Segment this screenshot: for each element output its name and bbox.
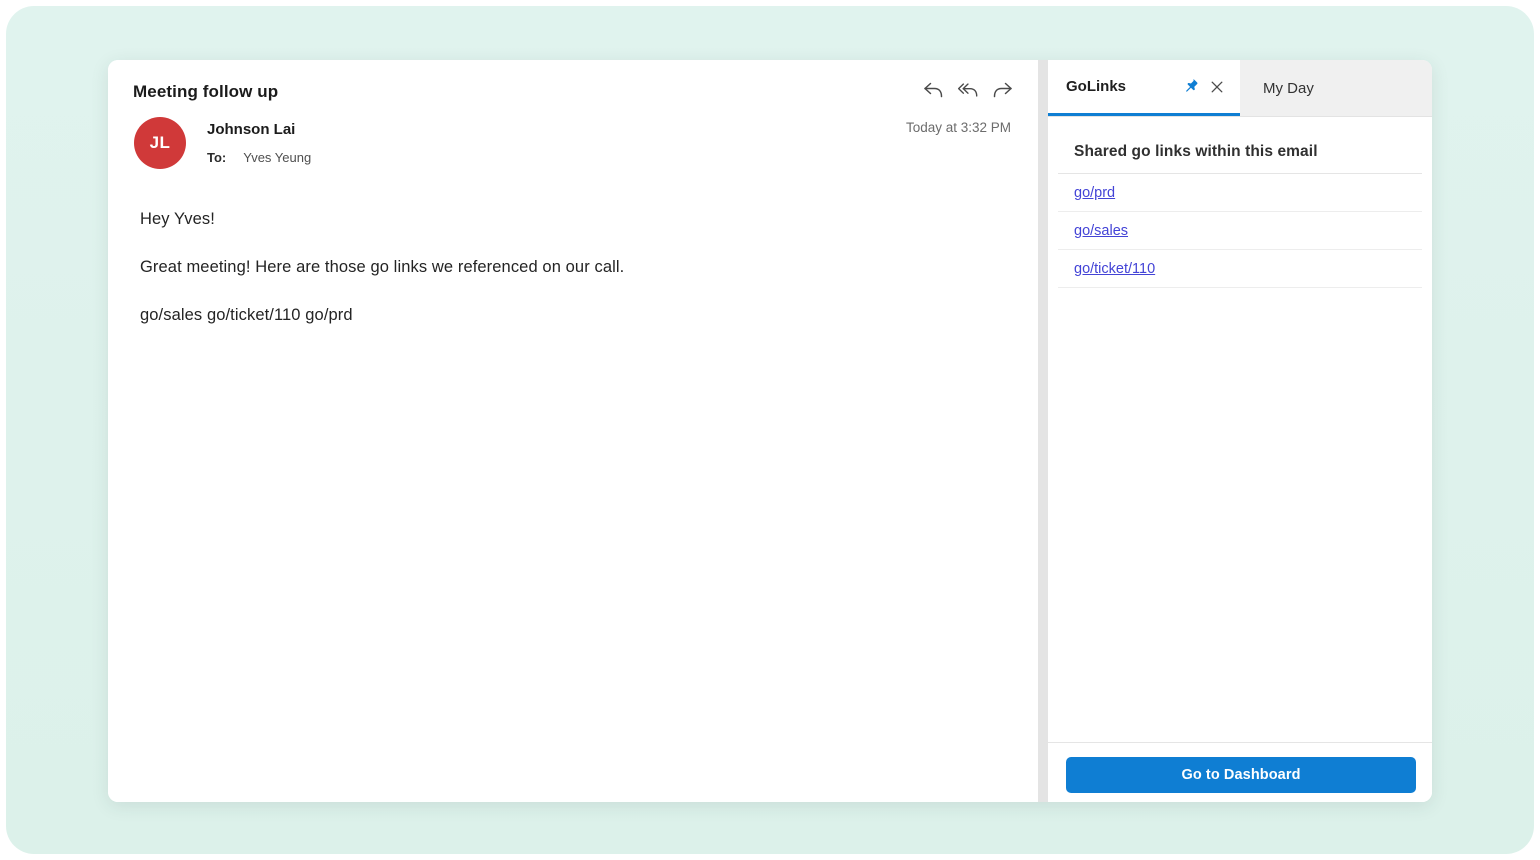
email-body-paragraph: go/sales go/ticket/110 go/prd — [140, 306, 978, 324]
addin-tab-bar: GoLinks My Day — [1048, 60, 1432, 117]
pin-icon[interactable] — [1181, 78, 1199, 96]
tab-my-day[interactable]: My Day — [1240, 60, 1432, 116]
sender-initials: JL — [150, 133, 171, 153]
to-label: To: — [207, 150, 226, 165]
go-link-row: go/ticket/110 — [1058, 250, 1422, 288]
tab-my-day-label: My Day — [1263, 80, 1314, 97]
go-link-row: go/prd — [1058, 174, 1422, 212]
reply-icon[interactable] — [922, 80, 944, 100]
close-icon[interactable] — [1208, 78, 1226, 96]
sender-name: Johnson Lai — [207, 121, 295, 138]
sidebar-footer: Go to Dashboard — [1048, 742, 1432, 802]
email-body-paragraph: Hey Yves! — [140, 210, 978, 228]
go-link-sales[interactable]: go/sales — [1074, 223, 1128, 239]
go-link-prd[interactable]: go/prd — [1074, 185, 1115, 201]
email-subject: Meeting follow up — [133, 82, 278, 102]
shared-links-heading: Shared go links within this email — [1074, 143, 1318, 161]
tab-golinks-label: GoLinks — [1066, 78, 1126, 95]
forward-icon[interactable] — [992, 80, 1014, 100]
tab-golinks[interactable]: GoLinks — [1048, 60, 1240, 116]
reply-all-icon[interactable] — [957, 80, 979, 100]
addin-sidebar: GoLinks My Day — [1048, 60, 1432, 802]
email-timestamp: Today at 3:32 PM — [906, 120, 1011, 135]
go-to-dashboard-button[interactable]: Go to Dashboard — [1066, 757, 1416, 793]
go-link-ticket-110[interactable]: go/ticket/110 — [1074, 261, 1155, 277]
recipient-name: Yves Yeung — [243, 150, 311, 165]
recipient-row: To: Yves Yeung — [207, 150, 311, 165]
email-reading-pane: Meeting follow up — [108, 60, 1038, 802]
go-link-row: go/sales — [1058, 212, 1422, 250]
email-body-paragraph: Great meeting! Here are those go links w… — [140, 258, 978, 276]
sender-avatar[interactable]: JL — [134, 117, 186, 169]
message-action-toolbar — [922, 80, 1014, 100]
mail-app-window: Meeting follow up — [108, 60, 1432, 802]
email-body: Hey Yves! Great meeting! Here are those … — [140, 210, 978, 354]
pane-divider — [1038, 60, 1048, 802]
go-link-list: go/prd go/sales go/ticket/110 — [1048, 174, 1432, 288]
